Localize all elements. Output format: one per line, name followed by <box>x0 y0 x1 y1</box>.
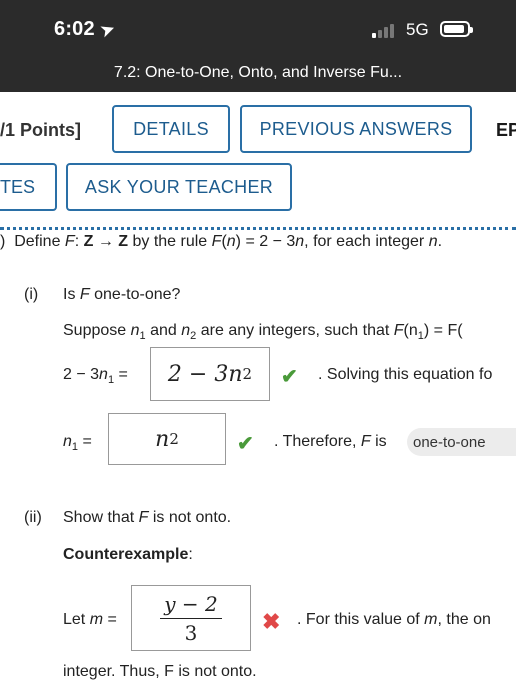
equation-lhs: 2 − 3n1 = <box>63 366 128 386</box>
details-button[interactable]: DETAILS <box>112 105 230 153</box>
correct-check-icon: ✔ <box>281 366 298 388</box>
part-ii-question: Show that F is not onto. <box>63 509 232 526</box>
status-time: 6:02 ➤ <box>54 18 117 41</box>
ask-teacher-button[interactable]: ASK YOUR TEACHER <box>66 163 292 211</box>
part-i-question: Is F one-to-one? <box>63 286 181 303</box>
one-to-one-select[interactable]: one-to-one <box>407 428 516 456</box>
app-header: 6:02 ➤ 5G 7.2: One-to-One, Onto, and Inve… <box>0 0 516 92</box>
problem-statement: ) Define F: Z → Z by the rule F(n) = 2 −… <box>0 233 443 250</box>
counterexample-heading: Counterexample: <box>63 546 193 563</box>
battery-icon <box>440 21 473 37</box>
points-label: /1 Points] <box>0 120 82 140</box>
value-of-m-text: . For this value of m, the on <box>297 611 491 628</box>
location-arrow-icon: ➤ <box>98 20 118 41</box>
status-time-text: 6:02 <box>54 18 95 40</box>
network-type: 5G <box>406 20 429 39</box>
answer-input-3[interactable]: y − 2 3 <box>131 585 251 651</box>
fraction-answer: y − 2 3 <box>160 592 222 645</box>
part-i-label: (i) <box>24 286 39 303</box>
conclusion-text: integer. Thus, F is not onto. <box>63 663 257 680</box>
section-divider <box>0 227 516 230</box>
solving-text: . Solving this equation fo <box>318 366 493 383</box>
answer-input-2[interactable]: n2 <box>108 413 226 465</box>
ebook-button-partial[interactable]: EP <box>496 120 516 141</box>
part-i-suppose: Suppose n1 and n2 are any integers, such… <box>63 322 463 342</box>
part-ii-label: (ii) <box>24 509 42 526</box>
n1-equals-label: n1 = <box>63 433 92 453</box>
answer-input-1[interactable]: 2 − 3n 2 <box>150 347 270 401</box>
notes-button-partial[interactable]: TES <box>0 163 57 211</box>
incorrect-x-icon: ✖ <box>262 609 281 634</box>
correct-check-icon: ✔ <box>237 433 254 455</box>
previous-answers-button[interactable]: PREVIOUS ANSWERS <box>240 105 472 153</box>
page-title: 7.2: One-to-One, Onto, and Inverse Fu... <box>113 64 403 81</box>
cellular-signal-icon <box>372 22 400 38</box>
therefore-text: . Therefore, F is <box>274 433 387 450</box>
let-m-label: Let m = <box>63 611 117 628</box>
